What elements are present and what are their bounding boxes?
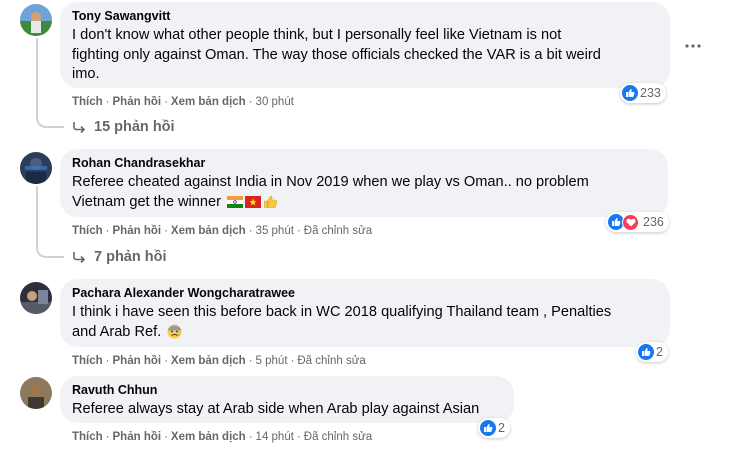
- like-link[interactable]: Thích: [72, 431, 103, 443]
- india-flag-icon: [227, 195, 244, 208]
- reaction-number: 236: [643, 215, 664, 229]
- edited-label: Đã chỉnh sửa: [303, 225, 373, 237]
- comment-text-line: imo.: [72, 66, 100, 82]
- comment-actions: Thích · Phản hồi · Xem bản dịch · 30 phút: [72, 96, 294, 108]
- view-replies-button[interactable]: 7 phản hồi: [72, 249, 167, 265]
- translate-link[interactable]: Xem bản dịch: [171, 431, 246, 443]
- thumbs-up-emoji-icon: [264, 195, 278, 208]
- reaction-number: 2: [656, 345, 663, 359]
- replies-count: 7 phản hồi: [94, 249, 167, 265]
- reply-arrow-icon: [73, 252, 86, 263]
- timestamp[interactable]: 30 phút: [256, 96, 294, 108]
- comment-text: Referee cheated against India in Nov 201…: [72, 173, 656, 212]
- avatar[interactable]: [20, 152, 52, 184]
- like-icon: [622, 85, 638, 101]
- comment-bubble: Pachara Alexander Wongcharatrawee I thin…: [60, 279, 670, 347]
- comment-actions: Thích · Phản hồi · Xem bản dịch · 5 phút · Đã ch…: [72, 355, 366, 367]
- timestamp[interactable]: 35 phút: [256, 225, 294, 237]
- like-link[interactable]: Thích: [72, 225, 103, 237]
- comment-actions: Thích · Phản hồi · Xem bản dịch · 14 phút · Đã c…: [72, 431, 373, 443]
- comment-text-line: Referee always stay at Arab side when Ar…: [72, 401, 480, 417]
- avatar[interactable]: [20, 282, 52, 314]
- reaction-count[interactable]: 2: [636, 342, 668, 362]
- avatar-photo-icon: [20, 377, 52, 409]
- like-link[interactable]: Thích: [72, 96, 103, 108]
- view-replies-button[interactable]: 15 phản hồi: [72, 119, 175, 135]
- comment-text-line: and Arab Ref.: [72, 323, 658, 343]
- comment-text-line: I think i have seen this before back in …: [72, 304, 612, 320]
- comment-author[interactable]: Pachara Alexander Wongcharatrawee: [72, 286, 658, 301]
- translate-link[interactable]: Xem bản dịch: [171, 355, 246, 367]
- timestamp[interactable]: 5 phút: [256, 355, 288, 367]
- reaction-number: 233: [640, 86, 661, 100]
- reaction-count[interactable]: 236: [606, 212, 669, 232]
- comment-author[interactable]: Ravuth Chhun: [72, 383, 502, 398]
- vietnam-flag-icon: [245, 195, 262, 208]
- reply-link[interactable]: Phản hồi: [113, 431, 162, 443]
- comment-text-line: fighting only against Oman. The way thos…: [72, 46, 601, 63]
- reaction-count[interactable]: 233: [620, 83, 666, 103]
- comment-bubble: Rohan Chandrasekhar Referee cheated agai…: [60, 149, 668, 217]
- replies-count: 15 phản hồi: [94, 119, 175, 135]
- avatar-photo-icon: [20, 282, 52, 314]
- reply-link[interactable]: Phản hồi: [113, 355, 162, 367]
- comment-text-line: Vietnam get the winner: [72, 193, 656, 213]
- avatar[interactable]: [20, 4, 52, 36]
- comment-text-line: Referee cheated against India in Nov 201…: [72, 174, 589, 190]
- reply-link[interactable]: Phản hồi: [113, 225, 162, 237]
- comment-text-segment: and Arab Ref.: [72, 323, 162, 340]
- comment-text: Referee always stay at Arab side when Ar…: [72, 400, 502, 420]
- timestamp[interactable]: 14 phút: [256, 431, 294, 443]
- comment-author[interactable]: Tony Sawangvitt: [72, 9, 658, 24]
- like-icon: [480, 420, 496, 436]
- avatar-photo-icon: [20, 4, 52, 36]
- love-icon: [622, 213, 639, 231]
- comment-bubble: Ravuth Chhun Referee always stay at Arab…: [60, 376, 514, 423]
- reaction-number: 2: [498, 421, 505, 435]
- avatar-photo-icon: [20, 152, 52, 184]
- reply-link[interactable]: Phản hồi: [113, 96, 162, 108]
- reply-arrow-icon: [73, 122, 86, 133]
- comment-actions: Thích · Phản hồi · Xem bản dịch · 35 phút · Đã c…: [72, 225, 373, 237]
- more-options-icon[interactable]: [683, 36, 703, 56]
- comment-bubble: Tony Sawangvitt I don't know what other …: [60, 2, 670, 88]
- comment-text: I don't know what other people think, bu…: [72, 26, 658, 85]
- like-link[interactable]: Thích: [72, 355, 103, 367]
- translate-link[interactable]: Xem bản dịch: [171, 96, 246, 108]
- comment-text-segment: Vietnam get the winner: [72, 193, 222, 210]
- anxious-face-emoji-icon: [167, 324, 182, 339]
- reaction-count[interactable]: 2: [478, 418, 510, 438]
- like-icon: [638, 344, 654, 360]
- edited-label: Đã chỉnh sửa: [297, 355, 366, 367]
- comment-text: I think i have seen this before back in …: [72, 303, 658, 342]
- comment-text-line: I don't know what other people think, bu…: [72, 27, 562, 43]
- avatar[interactable]: [20, 377, 52, 409]
- comment-author[interactable]: Rohan Chandrasekhar: [72, 156, 656, 171]
- translate-link[interactable]: Xem bản dịch: [171, 225, 246, 237]
- edited-label: Đã chỉnh sửa: [303, 431, 373, 443]
